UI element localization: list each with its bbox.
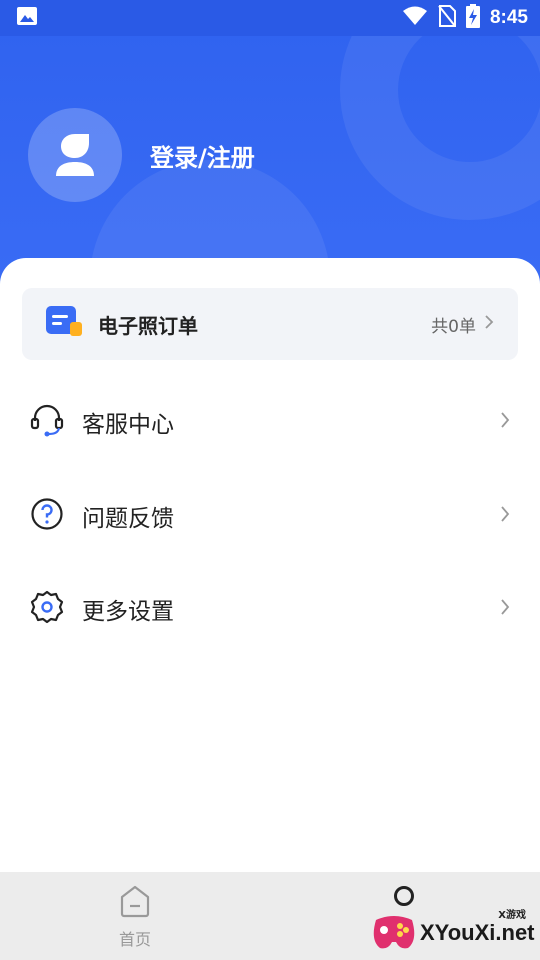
profile-header: 8:45 登录/注册 (0, 0, 540, 300)
document-icon (46, 306, 84, 342)
bottom-nav: 首页 X游戏 XYouXi.net (0, 872, 540, 960)
gallery-icon (16, 6, 38, 30)
watermark-logo: X游戏 XYouXi.net (370, 902, 540, 960)
chevron-right-icon (484, 314, 494, 334)
home-icon (119, 884, 151, 922)
user-icon (56, 134, 94, 176)
nav-home-label: 首页 (118, 930, 151, 949)
order-count: 共0单 (431, 316, 476, 337)
menu-label: 更多设置 (82, 599, 174, 625)
status-time: 8:45 (489, 7, 528, 28)
gear-icon (30, 590, 64, 628)
menu-label: 客服中心 (82, 412, 174, 438)
menu-item-feedback[interactable]: 问题反馈 (30, 486, 510, 546)
menu-item-settings[interactable]: 更多设置 (30, 579, 510, 639)
avatar[interactable] (28, 108, 122, 202)
battery-charging-icon (465, 4, 480, 32)
chevron-right-icon (500, 598, 510, 620)
order-title: 电子照订单 (98, 313, 198, 338)
menu-item-customer-service[interactable]: 客服中心 (30, 392, 510, 452)
watermark-small-text: X游戏 (498, 910, 526, 921)
watermark-text: XYouXi.net (420, 920, 535, 945)
content-panel: 电子照订单 共0单 客服中心 问题反馈 更多设置 (0, 258, 540, 872)
question-icon (30, 497, 64, 535)
menu-label: 问题反馈 (82, 506, 174, 532)
chevron-right-icon (500, 505, 510, 527)
no-sim-icon (438, 5, 456, 31)
status-bar: 8:45 (0, 0, 540, 36)
wifi-icon (402, 6, 428, 30)
nav-home[interactable]: 首页 (100, 884, 170, 950)
gamepad-icon (370, 910, 418, 958)
order-card[interactable]: 电子照订单 共0单 (22, 288, 518, 360)
chevron-right-icon (500, 411, 510, 433)
headset-icon (30, 403, 64, 441)
profile-row[interactable]: 登录/注册 (28, 108, 255, 202)
login-register-link[interactable]: 登录/注册 (150, 138, 255, 173)
